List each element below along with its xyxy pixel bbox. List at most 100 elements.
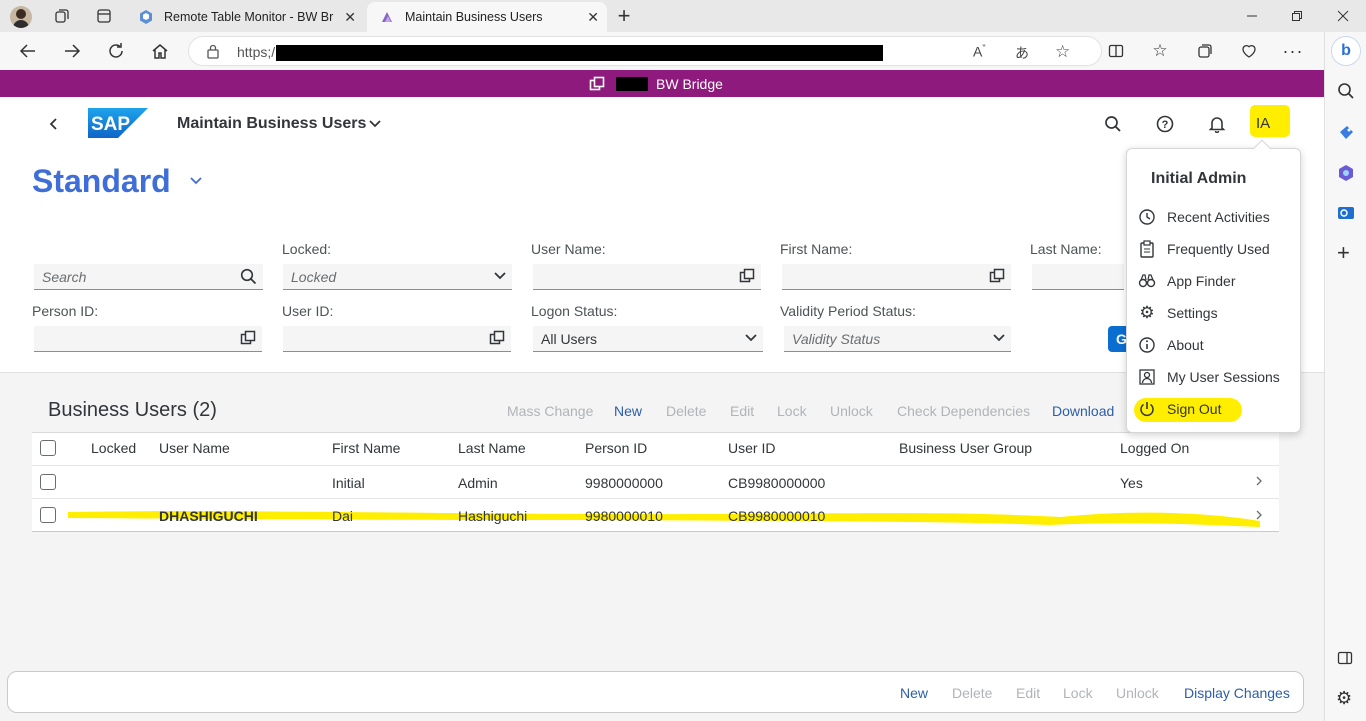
translate-icon[interactable]: あ (1015, 43, 1029, 63)
table-title: Business Users (2) (48, 399, 217, 421)
refresh-icon[interactable] (102, 37, 130, 65)
value-help-icon[interactable] (989, 268, 1005, 284)
locked-select[interactable]: Locked (283, 264, 512, 290)
first-name-field[interactable] (782, 264, 1011, 290)
row-navigation-chevron-icon[interactable] (1255, 510, 1263, 520)
search-icon[interactable] (1104, 115, 1122, 133)
profile-avatar[interactable] (10, 6, 32, 28)
minimize-icon[interactable] (1238, 2, 1266, 30)
cell-person-id: 9980000010 (585, 508, 663, 524)
lock-icon[interactable] (206, 44, 220, 59)
lock-button[interactable]: Lock (777, 403, 807, 419)
menu-item-app-finder[interactable]: App Finder (1136, 267, 1296, 295)
close-icon[interactable]: ✕ (344, 9, 356, 26)
notifications-bell-icon[interactable] (1208, 115, 1226, 133)
person-id-field[interactable] (34, 326, 262, 352)
column-header-user-id[interactable]: User ID (728, 440, 775, 456)
last-name-field[interactable] (1032, 264, 1124, 290)
add-icon[interactable]: + (1337, 242, 1350, 264)
chevron-down-icon[interactable] (369, 119, 381, 129)
window-close-icon[interactable] (1329, 2, 1357, 30)
validity-status-select[interactable]: Validity Status (784, 326, 1011, 352)
footer-edit-button[interactable]: Edit (1016, 685, 1040, 701)
column-header-first-name[interactable]: First Name (332, 440, 400, 456)
restore-icon[interactable] (1283, 2, 1311, 30)
close-icon[interactable]: ✕ (587, 9, 599, 26)
outlook-icon[interactable] (1337, 204, 1355, 222)
user-avatar[interactable]: IA (1256, 115, 1270, 132)
footer-display-changes-button[interactable]: Display Changes (1184, 685, 1290, 701)
browser-essentials-icon[interactable] (1235, 37, 1263, 65)
cell-person-id: 9980000000 (585, 475, 663, 491)
games-icon[interactable] (1337, 164, 1355, 182)
menu-item-settings[interactable]: ⚙ Settings (1136, 299, 1296, 327)
value-help-icon[interactable] (240, 330, 256, 346)
mass-change-button[interactable]: Mass Change (507, 403, 593, 419)
back-icon[interactable] (14, 37, 42, 65)
column-header-locked[interactable]: Locked (91, 440, 136, 456)
search-icon[interactable] (1337, 82, 1355, 100)
menu-item-recent-activities[interactable]: Recent Activities (1136, 203, 1296, 231)
chevron-down-icon[interactable] (745, 333, 757, 343)
logon-status-select[interactable]: All Users (533, 326, 763, 352)
footer-new-button[interactable]: New (900, 685, 928, 701)
redacted-system-id (616, 77, 648, 91)
new-button[interactable]: New (614, 403, 642, 419)
download-button[interactable]: Download (1052, 403, 1114, 419)
copilot-icon[interactable]: b (1331, 36, 1361, 66)
chevron-down-icon[interactable] (993, 333, 1005, 343)
new-tab-icon[interactable]: + (610, 2, 638, 30)
select-all-checkbox[interactable] (40, 440, 56, 456)
tab-maintain-business-users[interactable]: Maintain Business Users ✕ (367, 2, 607, 32)
settings-gear-icon[interactable]: ⚙ (1336, 688, 1352, 709)
collections-icon[interactable] (1191, 37, 1219, 65)
user-name-field[interactable] (533, 264, 761, 290)
forward-icon[interactable] (58, 37, 86, 65)
home-icon[interactable] (146, 37, 174, 65)
shopping-icon[interactable] (1337, 124, 1355, 142)
workspaces-icon[interactable] (48, 2, 76, 30)
user-id-field[interactable] (283, 326, 511, 352)
variant-title[interactable]: Standard (32, 163, 171, 200)
column-header-person-id[interactable]: Person ID (585, 440, 647, 456)
search-icon[interactable] (240, 268, 257, 285)
favorites-icon[interactable]: ☆ (1146, 37, 1174, 65)
more-menu-icon[interactable]: ··· (1279, 37, 1307, 65)
column-header-business-user-group[interactable]: Business User Group (899, 440, 1032, 456)
value-help-icon[interactable] (739, 268, 755, 284)
chevron-down-icon[interactable] (494, 271, 506, 281)
footer-lock-button[interactable]: Lock (1063, 685, 1093, 701)
delete-button[interactable]: Delete (666, 403, 706, 419)
footer-delete-button[interactable]: Delete (952, 685, 992, 701)
back-navigation-icon[interactable] (48, 117, 60, 131)
read-aloud-icon[interactable]: Aʺ (973, 43, 986, 60)
help-icon[interactable]: ? (1156, 115, 1174, 133)
row-navigation-chevron-icon[interactable] (1255, 476, 1263, 486)
edit-button[interactable]: Edit (730, 403, 754, 419)
address-bar[interactable]: https;/ Aʺ あ ☆ (188, 36, 1102, 66)
app-title[interactable]: Maintain Business Users (177, 115, 366, 133)
menu-item-label: About (1167, 337, 1204, 353)
sap-logo[interactable]: SAP (88, 108, 148, 138)
column-header-last-name[interactable]: Last Name (458, 440, 526, 456)
menu-item-my-user-sessions[interactable]: My User Sessions (1136, 363, 1296, 391)
variant-chevron-down-icon[interactable] (190, 176, 202, 186)
column-header-logged-on[interactable]: Logged On (1120, 440, 1189, 456)
tab-remote-table-monitor[interactable]: Remote Table Monitor - BW Brid ✕ (128, 2, 364, 32)
menu-item-frequently-used[interactable]: Frequently Used (1136, 235, 1296, 263)
check-dependencies-button[interactable]: Check Dependencies (897, 403, 1030, 419)
sidebar-toggle-icon[interactable] (1337, 650, 1353, 666)
footer-unlock-button[interactable]: Unlock (1116, 685, 1159, 701)
split-screen-icon[interactable] (1102, 37, 1130, 65)
search-input[interactable]: Search (34, 264, 263, 290)
row-checkbox[interactable] (40, 474, 56, 490)
row-checkbox[interactable] (40, 507, 56, 523)
column-header-user-name[interactable]: User Name (159, 440, 230, 456)
unlock-button[interactable]: Unlock (830, 403, 873, 419)
favorite-star-icon[interactable]: ☆ (1055, 42, 1070, 62)
menu-item-sign-out[interactable]: Sign Out (1136, 395, 1296, 423)
menu-item-about[interactable]: About (1136, 331, 1296, 359)
tab-actions-icon[interactable] (90, 2, 118, 30)
row-divider (32, 531, 1279, 532)
value-help-icon[interactable] (489, 330, 505, 346)
